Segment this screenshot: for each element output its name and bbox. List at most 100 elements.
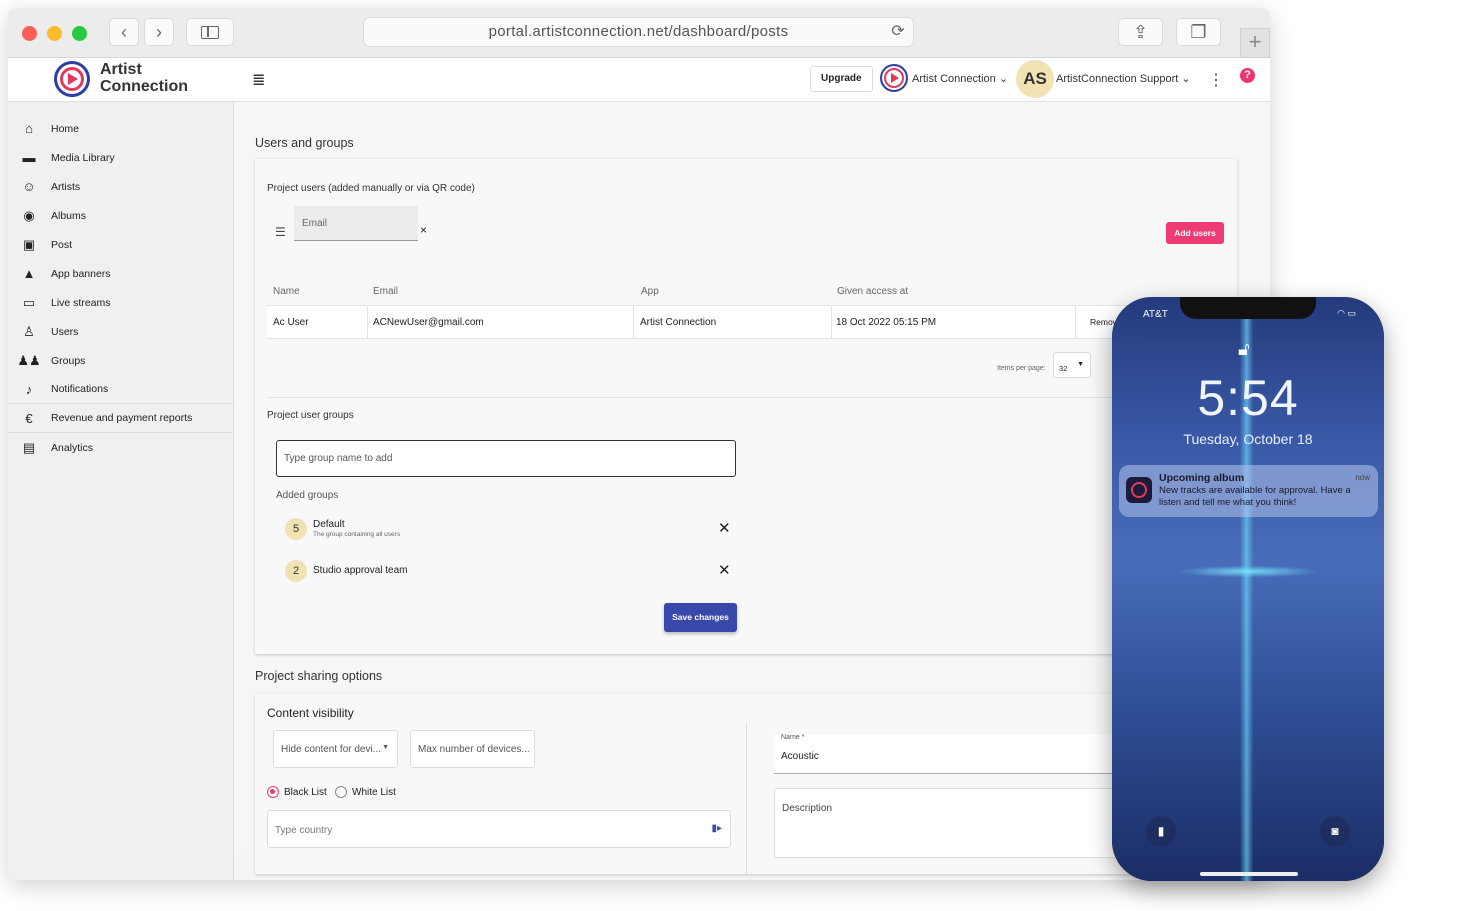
chevron-down-icon: ⌄ <box>1181 73 1191 85</box>
maximize-window-button[interactable] <box>72 26 87 41</box>
items-per-page-select[interactable]: 32 ▼ <box>1053 352 1091 378</box>
share-icon: ⇪ <box>1132 21 1149 42</box>
chevron-right-icon: › <box>156 21 162 42</box>
column-header-given-access: Given access at <box>837 286 909 297</box>
bell-icon: ♪ <box>25 381 33 397</box>
remove-group-icon[interactable]: ✕ <box>718 519 731 537</box>
sidebar-item-artists[interactable]: ☺ Artists <box>8 172 233 201</box>
people-icon: ♟♟ <box>17 352 41 368</box>
hide-content-select[interactable]: Hide content for devi... ▼ <box>273 730 398 768</box>
radio-unchecked-icon <box>335 786 347 798</box>
content-visibility-title: Content visibility <box>267 706 354 720</box>
home-indicator[interactable] <box>1200 872 1298 876</box>
column-header-email: Email <box>373 286 399 297</box>
sidebar-item-groups[interactable]: ♟♟ Groups <box>8 346 233 375</box>
column-header-name: Name <box>273 286 300 297</box>
cell-given-access: 18 Oct 2022 05:15 PM <box>836 317 937 328</box>
notification-title: Upcoming album <box>1159 472 1245 484</box>
app-header: Artist Connection ≣ Upgrade Artist Conne… <box>8 58 1270 102</box>
cell-name: Ac User <box>273 317 309 328</box>
project-switcher[interactable]: Artist Connection ⌄ <box>912 72 1008 85</box>
email-filter-input[interactable]: Email <box>294 206 418 241</box>
radio-black-list[interactable]: Black List <box>267 786 327 798</box>
forward-button[interactable]: › <box>144 18 174 46</box>
menu-icon[interactable]: ≣ <box>252 70 265 90</box>
lock-date: Tuesday, October 18 <box>1183 431 1313 447</box>
camera-icon[interactable]: ◙ <box>1320 816 1350 846</box>
browser-toolbar: ‹ › portal.artistconnection.net/dashboar… <box>8 8 1270 58</box>
radio-checked-icon <box>267 786 279 798</box>
tabs-button[interactable]: ❐ <box>1176 18 1221 46</box>
filter-icon[interactable]: ☰ <box>275 225 286 239</box>
project-users-title: Project users (added manually or via QR … <box>267 183 475 194</box>
sidebar-item-media-library[interactable]: ▬ Media Library <box>8 143 233 172</box>
new-tab-button[interactable]: + <box>1240 28 1270 58</box>
lock-screen: AT&T ◠ ▭ 🔓︎ 5:54 Tuesday, October 18 Upc… <box>1112 297 1384 881</box>
help-icon[interactable]: ? <box>1240 68 1255 83</box>
phone-mockup: AT&T ◠ ▭ 🔓︎ 5:54 Tuesday, October 18 Upc… <box>1112 297 1384 881</box>
upgrade-button[interactable]: Upgrade <box>810 66 873 92</box>
carrier-label: AT&T <box>1143 309 1168 320</box>
dropdown-arrow-icon: ▼ <box>1077 361 1084 368</box>
plus-icon: + <box>1248 29 1262 54</box>
rocket-icon: ▲ <box>22 266 36 281</box>
share-button[interactable]: ⇪ <box>1118 18 1163 46</box>
user-menu[interactable]: ArtistConnection Support ⌄ <box>1056 72 1191 85</box>
sidebar-item-users[interactable]: ♙ Users <box>8 317 233 346</box>
cell-email: ACNewUser@gmail.com <box>373 317 484 328</box>
group-name: Studio approval team <box>313 565 408 576</box>
group-name-input[interactable]: Type group name to add <box>276 440 736 477</box>
sidebar-item-notifications[interactable]: ♪ Notifications <box>8 375 233 404</box>
group-name: Default <box>313 519 345 530</box>
avatar[interactable]: AS <box>1016 60 1054 98</box>
sidebar-toggle-button[interactable] <box>186 18 234 46</box>
chevron-left-icon: ‹ <box>121 21 127 42</box>
album-icon: ◉ <box>23 207 35 223</box>
app-icon <box>1126 477 1152 503</box>
reload-icon[interactable]: ⟳ <box>891 18 905 46</box>
items-per-page-label: Items per page: <box>997 365 1046 372</box>
face-icon: ☺ <box>22 179 36 194</box>
monitor-icon: ▭ <box>22 294 36 310</box>
cell-app: Artist Connection <box>640 317 717 328</box>
sidebar-item-post[interactable]: ▣ Post <box>8 230 233 259</box>
notification-body: New tracks are available for approval. H… <box>1159 485 1351 508</box>
home-icon: ⌂ <box>25 121 33 136</box>
remove-group-icon[interactable]: ✕ <box>718 561 731 579</box>
clear-filter-icon[interactable]: × <box>420 223 427 237</box>
library-icon: ▣ <box>22 236 36 252</box>
sharing-card: Content visibility Hide content for devi… <box>255 694 1237 874</box>
added-groups-label: Added groups <box>276 490 339 501</box>
sidebar-item-live-streams[interactable]: ▭ Live streams <box>8 288 233 317</box>
column-header-app: App <box>641 286 659 297</box>
sidebar-item-revenue[interactable]: € Revenue and payment reports <box>8 404 233 433</box>
divider <box>267 397 1217 398</box>
group-count-badge: 5 <box>285 518 307 540</box>
flashlight-icon[interactable]: ▮ <box>1146 816 1176 846</box>
euro-icon: € <box>25 410 33 426</box>
push-notification[interactable]: Upcoming album now New tracks are availa… <box>1119 465 1378 517</box>
max-devices-input[interactable]: Max number of devices... <box>410 730 535 768</box>
battery-wifi-icon: ◠ ▭ <box>1337 308 1356 318</box>
group-count-badge: 2 <box>285 560 307 582</box>
save-changes-button[interactable]: Save changes <box>664 603 737 632</box>
address-bar[interactable]: portal.artistconnection.net/dashboard/po… <box>363 17 914 47</box>
users-card: Project users (added manually or via QR … <box>255 159 1237 654</box>
artist-connection-logo[interactable] <box>54 61 90 97</box>
sidebar-item-albums[interactable]: ◉ Albums <box>8 201 233 230</box>
back-button[interactable]: ‹ <box>109 18 139 46</box>
sidebar-item-analytics[interactable]: ▤ Analytics <box>8 433 233 462</box>
sidebar-item-app-banners[interactable]: ▲ App banners <box>8 259 233 288</box>
minimize-window-button[interactable] <box>47 26 62 41</box>
browser-window: ‹ › portal.artistconnection.net/dashboar… <box>8 8 1270 880</box>
sidebar-icon <box>201 25 219 39</box>
sidebar-item-home[interactable]: ⌂ Home <box>8 114 233 143</box>
more-vert-icon[interactable]: ⋮ <box>1208 70 1224 90</box>
country-picker-icon: ▮▸ <box>711 823 722 834</box>
country-input[interactable]: Type country ▮▸ <box>267 810 731 848</box>
radio-white-list[interactable]: White List <box>335 786 396 798</box>
close-window-button[interactable] <box>22 26 37 41</box>
project-logo <box>880 64 908 92</box>
add-users-button[interactable]: Add users <box>1166 222 1224 244</box>
person-icon: ♙ <box>23 323 35 339</box>
